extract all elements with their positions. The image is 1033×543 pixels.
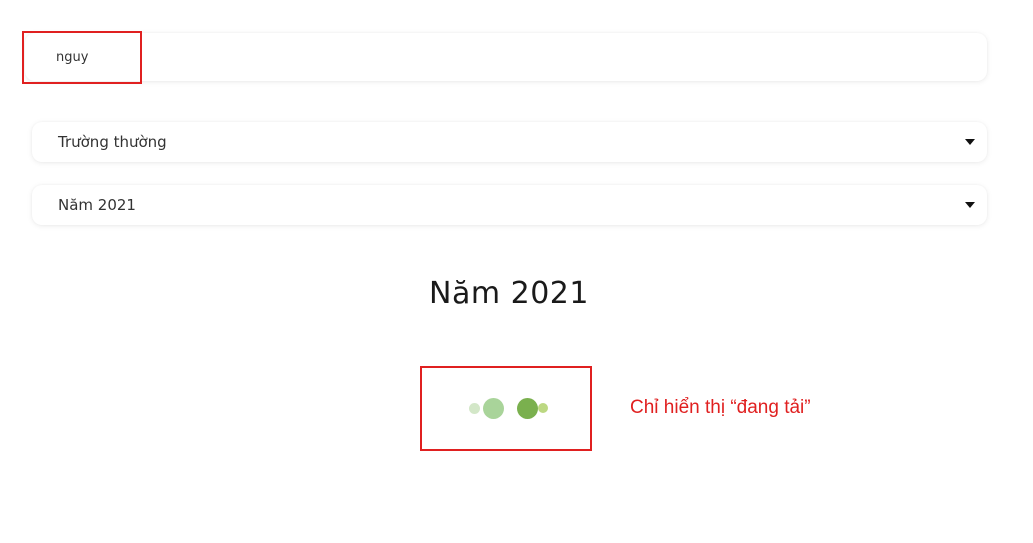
loading-dot	[483, 398, 504, 419]
school-type-select[interactable]: Trường thường	[32, 122, 987, 162]
year-select[interactable]: Năm 2021	[32, 185, 987, 225]
year-selected-value: Năm 2021	[58, 196, 136, 214]
annotation-note: Chỉ hiển thị “đang tải”	[630, 397, 811, 418]
annotation-box-loader	[420, 366, 592, 451]
year-heading: Năm 2021	[429, 276, 589, 311]
caret-down-icon	[965, 202, 975, 208]
school-type-selected-value: Trường thường	[58, 133, 167, 151]
loading-dot	[469, 403, 480, 414]
search-card	[25, 33, 987, 81]
caret-down-icon	[965, 139, 975, 145]
loading-dot	[517, 398, 538, 419]
loading-dot	[538, 403, 548, 413]
search-input[interactable]	[56, 45, 956, 69]
